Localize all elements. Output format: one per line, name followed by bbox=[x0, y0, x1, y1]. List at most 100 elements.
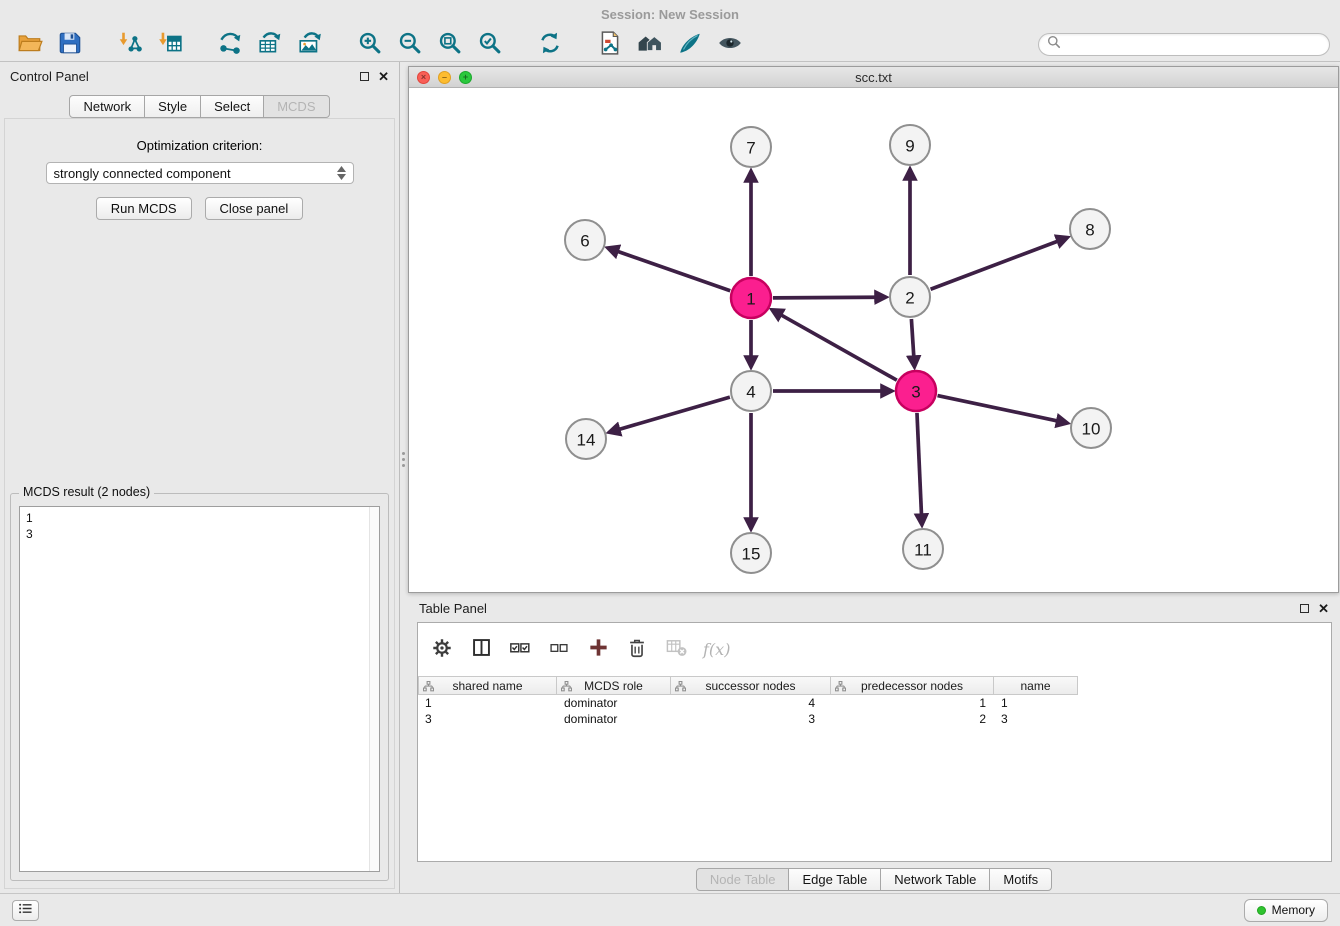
zoom-in-button[interactable] bbox=[350, 29, 390, 61]
show-hide-graphics-button[interactable] bbox=[710, 29, 750, 61]
table-panel: Table Panel ✕ bbox=[408, 595, 1340, 893]
control-panel-tabs: Network Style Select MCDS bbox=[0, 95, 399, 118]
graph-node-label: 15 bbox=[742, 545, 761, 564]
paint-brush-icon bbox=[677, 30, 703, 59]
table-panel-title: Table Panel bbox=[419, 601, 487, 616]
network-canvas[interactable]: 7968124314101511 bbox=[409, 89, 1338, 592]
mcds-result-title: MCDS result (2 nodes) bbox=[19, 485, 154, 499]
column-type-icon bbox=[675, 681, 686, 692]
search-icon bbox=[1047, 35, 1061, 54]
show-columns-button[interactable] bbox=[469, 637, 493, 661]
window-close-button[interactable]: × bbox=[417, 71, 430, 84]
graph-edge-2-3[interactable] bbox=[911, 319, 913, 356]
graph-node-label: 3 bbox=[911, 383, 920, 402]
close-panel-icon[interactable]: ✕ bbox=[378, 70, 389, 83]
mcds-result-list[interactable]: 1 3 bbox=[19, 506, 380, 872]
result-scrollbar[interactable] bbox=[369, 507, 379, 871]
float-table-panel-icon[interactable] bbox=[1300, 604, 1309, 613]
import-table-icon bbox=[157, 30, 183, 59]
graph-edge-4-14[interactable] bbox=[620, 397, 730, 429]
cell-name: 3 bbox=[994, 712, 1078, 726]
import-network-button[interactable] bbox=[110, 29, 150, 61]
network-graph[interactable]: 7968124314101511 bbox=[409, 89, 1338, 593]
table-panel-tabs: Node Table Edge Table Network Table Moti… bbox=[408, 868, 1340, 891]
export-image-button[interactable] bbox=[290, 29, 330, 61]
dropdown-stepper-icon bbox=[337, 166, 346, 180]
graph-edge-3-1[interactable] bbox=[781, 315, 896, 380]
open-session-button[interactable] bbox=[10, 29, 50, 61]
columns-icon bbox=[471, 637, 492, 661]
close-panel-button[interactable]: Close panel bbox=[205, 197, 304, 220]
table-arrow-icon bbox=[257, 30, 283, 59]
create-column-button[interactable] bbox=[586, 637, 610, 661]
network-from-selection-button[interactable] bbox=[210, 29, 250, 61]
graph-node-label: 7 bbox=[746, 139, 755, 158]
table-settings-button[interactable] bbox=[430, 637, 454, 661]
run-mcds-button[interactable]: Run MCDS bbox=[96, 197, 192, 220]
node-table-container: f(x) shared name MCDS role successor bbox=[417, 622, 1332, 862]
search-input[interactable] bbox=[1066, 37, 1321, 52]
search-field[interactable] bbox=[1038, 33, 1330, 56]
tab-select[interactable]: Select bbox=[200, 95, 264, 118]
show-panels-button[interactable] bbox=[12, 900, 39, 921]
table-delete-icon bbox=[665, 636, 688, 662]
column-header-successor-nodes[interactable]: successor nodes bbox=[671, 676, 831, 695]
graph-node-label: 6 bbox=[580, 232, 589, 251]
plus-icon bbox=[587, 636, 610, 662]
delete-column-button[interactable] bbox=[625, 637, 649, 661]
tab-edge-table[interactable]: Edge Table bbox=[788, 868, 881, 891]
network-window-titlebar[interactable]: scc.txt × – + bbox=[409, 67, 1338, 88]
import-network-icon bbox=[117, 30, 143, 59]
clone-network-button[interactable] bbox=[590, 29, 630, 61]
optimization-criterion-label: Optimization criterion: bbox=[5, 138, 394, 153]
column-header-shared-name[interactable]: shared name bbox=[418, 676, 557, 695]
window-minimize-button[interactable]: – bbox=[438, 71, 451, 84]
graph-node-label: 8 bbox=[1085, 221, 1094, 240]
result-line: 1 bbox=[20, 507, 379, 526]
tab-network[interactable]: Network bbox=[69, 95, 145, 118]
tab-network-table[interactable]: Network Table bbox=[880, 868, 990, 891]
float-panel-icon[interactable] bbox=[360, 72, 369, 81]
tab-motifs[interactable]: Motifs bbox=[989, 868, 1052, 891]
window-zoom-button[interactable]: + bbox=[459, 71, 472, 84]
panel-splitter[interactable] bbox=[402, 452, 406, 467]
tab-mcds[interactable]: MCDS bbox=[263, 95, 329, 118]
unselect-all-columns-button[interactable] bbox=[547, 637, 571, 661]
select-all-columns-button[interactable] bbox=[508, 637, 532, 661]
graph-edge-1-2[interactable] bbox=[773, 297, 875, 298]
memory-button[interactable]: Memory bbox=[1244, 899, 1328, 922]
graph-edge-3-10[interactable] bbox=[938, 396, 1057, 421]
zoom-out-button[interactable] bbox=[390, 29, 430, 61]
apply-style-button[interactable] bbox=[670, 29, 710, 61]
table-row[interactable]: 1 dominator 4 1 1 bbox=[418, 695, 1331, 711]
refresh-layout-button[interactable] bbox=[530, 29, 570, 61]
tab-node-table[interactable]: Node Table bbox=[696, 868, 790, 891]
refresh-icon bbox=[537, 30, 563, 59]
graph-edge-1-6[interactable] bbox=[618, 252, 730, 291]
unchecked-boxes-icon bbox=[549, 638, 569, 661]
function-builder-button[interactable]: f(x) bbox=[703, 637, 730, 661]
cell-mcds-role: dominator bbox=[557, 696, 671, 710]
graph-edge-2-8[interactable] bbox=[931, 241, 1058, 289]
control-panel-title: Control Panel bbox=[10, 69, 89, 84]
mcds-result-groupbox: MCDS result (2 nodes) 1 3 bbox=[10, 493, 389, 881]
import-table-button[interactable] bbox=[150, 29, 190, 61]
new-table-button[interactable] bbox=[250, 29, 290, 61]
table-row[interactable]: 3 dominator 3 2 3 bbox=[418, 711, 1331, 727]
save-session-button[interactable] bbox=[50, 29, 90, 61]
column-header-predecessor-nodes[interactable]: predecessor nodes bbox=[831, 676, 994, 695]
criterion-dropdown[interactable]: strongly connected component bbox=[46, 162, 354, 184]
delete-table-button[interactable] bbox=[664, 637, 688, 661]
column-header-name[interactable]: name bbox=[994, 676, 1078, 695]
zoom-fit-button[interactable] bbox=[430, 29, 470, 61]
graph-node-label: 4 bbox=[746, 383, 755, 402]
zoom-selected-button[interactable] bbox=[470, 29, 510, 61]
close-table-panel-icon[interactable]: ✕ bbox=[1318, 602, 1329, 615]
tab-style[interactable]: Style bbox=[144, 95, 201, 118]
checked-boxes-icon bbox=[509, 637, 531, 662]
network-arrows-icon bbox=[217, 30, 243, 59]
column-label: shared name bbox=[452, 679, 522, 693]
column-header-mcds-role[interactable]: MCDS role bbox=[557, 676, 671, 695]
graph-edge-3-11[interactable] bbox=[917, 413, 921, 514]
network-overview-button[interactable] bbox=[630, 29, 670, 61]
